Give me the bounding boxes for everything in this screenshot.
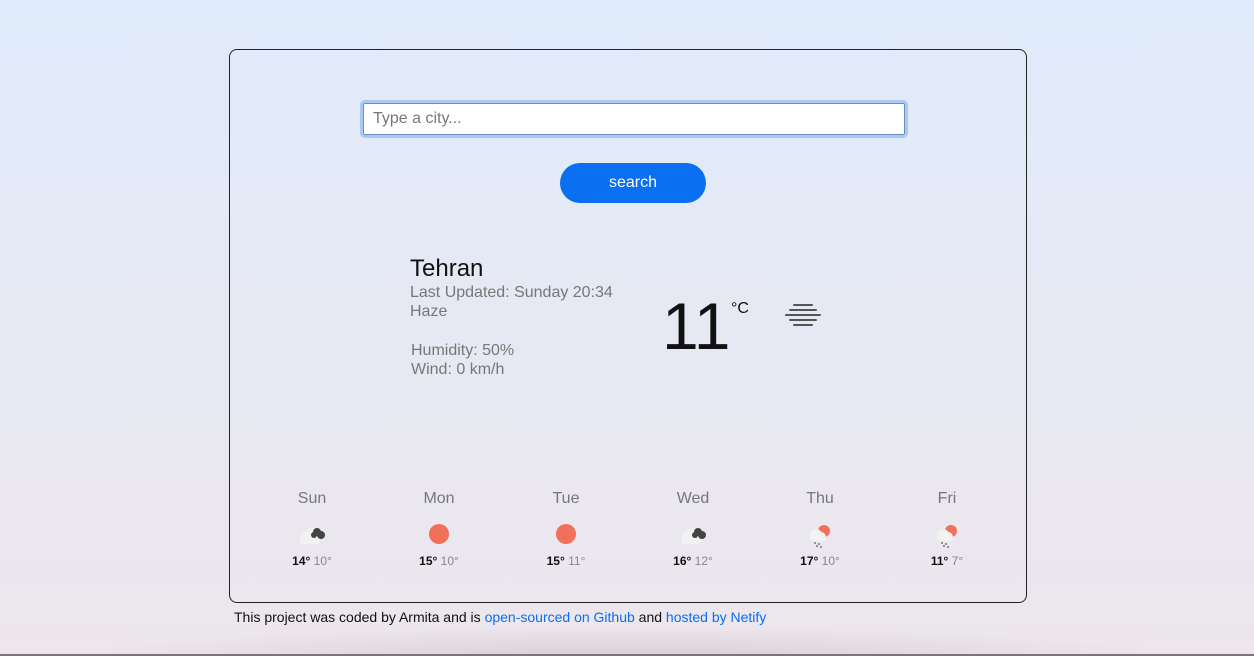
forecast-min: 12° (694, 554, 713, 568)
forecast-max: 17° (800, 554, 819, 568)
netlify-link[interactable]: hosted by Netify (666, 609, 766, 625)
forecast-max: 15° (546, 554, 565, 568)
wind: Wind: 0 km/h (411, 361, 505, 378)
current-temperature: 11 (662, 289, 731, 363)
sun-icon (556, 524, 576, 544)
city-search-input[interactable] (360, 100, 908, 138)
forecast-max: 11° (930, 554, 949, 568)
forecast-min: 10° (821, 554, 840, 568)
forecast-max: 14° (292, 554, 311, 568)
forecast-day: Tue 15° 11° (516, 490, 616, 568)
forecast-day: Thu 17° 10° (770, 490, 870, 568)
footer-text: This project was coded by Armita and is (234, 609, 481, 625)
rain-sun-icon (937, 525, 957, 548)
forecast-day-name: Wed (676, 490, 710, 507)
forecast-max: 16° (673, 554, 692, 568)
cloudy-icon (300, 528, 325, 544)
humidity: Humidity: 50% (411, 342, 515, 359)
forecast-day-name: Mon (423, 490, 455, 507)
weather-card: search Tehran Last Updated: Sunday 20:34… (229, 49, 1027, 603)
footer-text-and: and (638, 609, 663, 625)
footer: This project was coded by Armita and is … (234, 609, 766, 625)
forecast-min: 10° (440, 554, 459, 568)
forecast-temps: 15° 10° (389, 554, 489, 568)
rain-sun-icon (810, 525, 830, 548)
github-link[interactable]: open-sourced on Github (485, 609, 635, 625)
last-updated: Last Updated: Sunday 20:34 (410, 284, 613, 301)
haze-icon (785, 304, 821, 326)
cloudy-icon (681, 528, 706, 544)
forecast-temps: 14° 10° (262, 554, 362, 568)
forecast-day-name: Fri (937, 490, 957, 507)
forecast-min: 11° (568, 554, 586, 568)
forecast-day-name: Tue (552, 490, 580, 507)
bottom-shadow (70, 626, 1180, 656)
forecast-max: 15° (419, 554, 438, 568)
forecast-day: Wed 16° 12° (643, 490, 743, 568)
condition-description: Haze (410, 303, 448, 320)
forecast-temps: 11° 7° (897, 554, 997, 568)
sun-icon (429, 524, 449, 544)
forecast-day: Fri 11° 7° (897, 490, 997, 568)
forecast-day: Mon 15° 10° (389, 490, 489, 568)
search-button[interactable]: search (560, 163, 706, 203)
forecast-day: Sun 14° 10° (262, 490, 362, 568)
forecast-temps: 16° 12° (643, 554, 743, 568)
forecast-temps: 17° 10° (770, 554, 870, 568)
forecast-min: 7° (951, 554, 964, 568)
forecast-day-name: Thu (806, 490, 834, 507)
temperature-unit[interactable]: °C (731, 300, 749, 318)
forecast-day-name: Sun (297, 490, 327, 507)
city-name: Tehran (410, 255, 484, 282)
forecast-min: 10° (313, 554, 332, 568)
forecast-temps: 15° 11° (516, 554, 616, 568)
